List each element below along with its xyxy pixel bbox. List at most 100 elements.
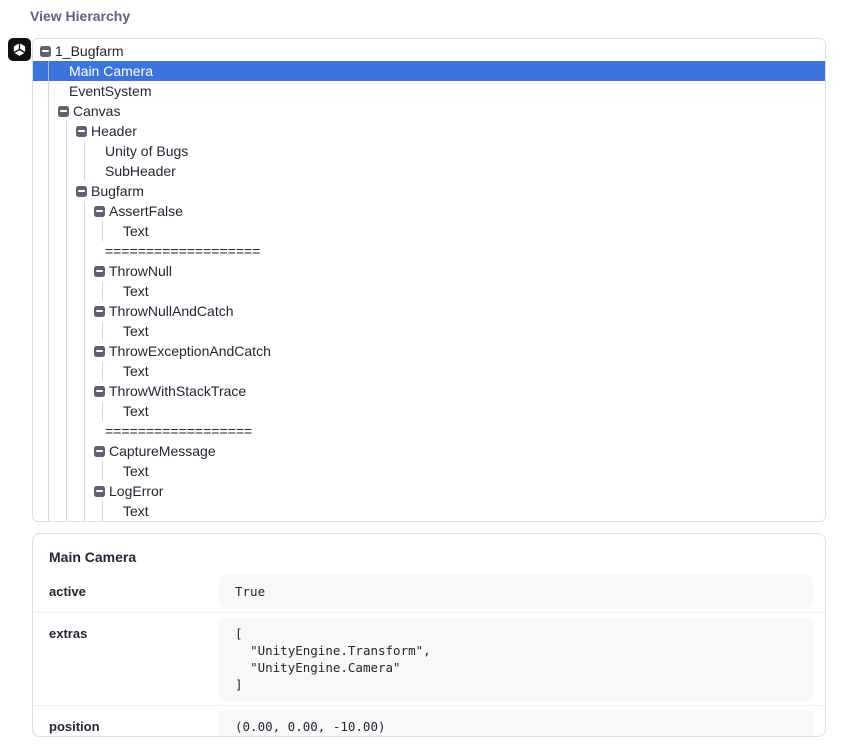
collapse-toggle-icon[interactable] (94, 486, 105, 497)
tree-row[interactable]: Unity of Bugs (33, 141, 825, 161)
tree-row-label: Main Camera (69, 61, 153, 81)
collapse-toggle-icon[interactable] (94, 206, 105, 217)
indent-guide (48, 321, 49, 341)
collapse-toggle-icon[interactable] (94, 386, 105, 397)
indent-guide (66, 121, 67, 141)
detail-key: active (49, 575, 219, 599)
collapse-toggle-icon[interactable] (94, 446, 105, 457)
indent-guide (102, 321, 103, 341)
minus-glyph (96, 390, 103, 392)
tree-row-label: ================== (105, 421, 252, 441)
indent-guide (66, 261, 67, 281)
tree-row[interactable]: CaptureMessage (33, 441, 825, 461)
indent-guide (48, 461, 49, 481)
indent-guide (66, 221, 67, 241)
indent-guide (48, 361, 49, 381)
indent-guide (102, 401, 103, 421)
indent-guide (84, 321, 85, 341)
indent-guide (66, 501, 67, 521)
minus-glyph (96, 450, 103, 452)
indent-guide (48, 201, 49, 221)
indent-guide (66, 381, 67, 401)
indent-guide (102, 281, 103, 301)
tree-row[interactable]: Header (33, 121, 825, 141)
collapse-toggle-icon[interactable] (76, 186, 87, 197)
tree-row[interactable]: AssertFalse (33, 201, 825, 221)
view-hierarchy-panel: 1_BugfarmMain CameraEventSystemCanvasHea… (32, 38, 826, 522)
collapse-toggle-icon[interactable] (76, 126, 87, 137)
indent-guide (66, 461, 67, 481)
indent-guide (84, 161, 85, 181)
tree-row[interactable]: ThrowNullAndCatch (33, 301, 825, 321)
indent-guide (102, 461, 103, 481)
collapse-toggle-icon[interactable] (94, 346, 105, 357)
tree-row[interactable]: ================== (33, 421, 825, 441)
tree-row[interactable]: Text (33, 501, 825, 521)
indent-guide (48, 101, 49, 121)
tree-row[interactable]: ThrowWithStackTrace (33, 381, 825, 401)
tree-row-label: Text (123, 501, 149, 521)
indent-guide (48, 381, 49, 401)
indent-guide (66, 341, 67, 361)
collapse-toggle-icon[interactable] (40, 46, 51, 57)
indent-guide (84, 381, 85, 401)
tree-row[interactable]: ThrowExceptionAndCatch (33, 341, 825, 361)
tree-row[interactable]: Text (33, 281, 825, 301)
collapse-toggle-icon[interactable] (94, 306, 105, 317)
indent-guide (66, 401, 67, 421)
indent-guide (84, 361, 85, 381)
collapse-toggle-icon[interactable] (58, 106, 69, 117)
indent-guide (48, 421, 49, 441)
indent-guide (66, 301, 67, 321)
indent-guide (66, 421, 67, 441)
minus-glyph (78, 190, 85, 192)
hierarchy-tree: 1_BugfarmMain CameraEventSystemCanvasHea… (33, 41, 825, 521)
indent-guide (66, 281, 67, 301)
collapse-toggle-icon[interactable] (94, 266, 105, 277)
indent-guide (66, 321, 67, 341)
indent-guide (102, 361, 103, 381)
minus-glyph (96, 350, 103, 352)
tree-row[interactable]: SubHeader (33, 161, 825, 181)
minus-glyph (60, 110, 67, 112)
indent-guide (48, 341, 49, 361)
detail-value: (0.00, 0.00, -10.00) (219, 710, 813, 737)
indent-guide (48, 141, 49, 161)
indent-guide (48, 261, 49, 281)
detail-key: extras (49, 617, 219, 641)
tree-row[interactable]: LogError (33, 481, 825, 501)
tree-row[interactable]: EventSystem (33, 81, 825, 101)
tree-row-label: Bugfarm (91, 181, 144, 201)
tree-row[interactable]: Text (33, 321, 825, 341)
tree-row[interactable]: Canvas (33, 101, 825, 121)
page-title: View Hierarchy (30, 8, 130, 24)
tree-row-label: LogError (109, 481, 163, 501)
tree-row-label: =================== (105, 241, 260, 261)
indent-guide (66, 481, 67, 501)
minus-glyph (42, 50, 49, 52)
tree-row[interactable]: =================== (33, 241, 825, 261)
indent-guide (84, 301, 85, 321)
tree-row[interactable]: Text (33, 461, 825, 481)
tree-row[interactable]: Main Camera (33, 61, 825, 81)
indent-guide (66, 201, 67, 221)
tree-row-label: EventSystem (69, 81, 151, 101)
tree-row-label: Header (91, 121, 137, 141)
indent-guide (66, 241, 67, 261)
indent-guide (66, 441, 67, 461)
indent-guide (84, 481, 85, 501)
indent-guide (66, 181, 67, 201)
tree-row[interactable]: Text (33, 221, 825, 241)
indent-guide (84, 441, 85, 461)
indent-guide (84, 261, 85, 281)
tree-row-label: Unity of Bugs (105, 141, 188, 161)
indent-guide (102, 221, 103, 241)
tree-row[interactable]: Text (33, 361, 825, 381)
tree-row[interactable]: Bugfarm (33, 181, 825, 201)
indent-guide (48, 121, 49, 141)
tree-row[interactable]: Text (33, 401, 825, 421)
tree-row[interactable]: ThrowNull (33, 261, 825, 281)
indent-guide (66, 161, 67, 181)
tree-row[interactable]: 1_Bugfarm (33, 41, 825, 61)
detail-row: activeTrue (33, 571, 825, 612)
